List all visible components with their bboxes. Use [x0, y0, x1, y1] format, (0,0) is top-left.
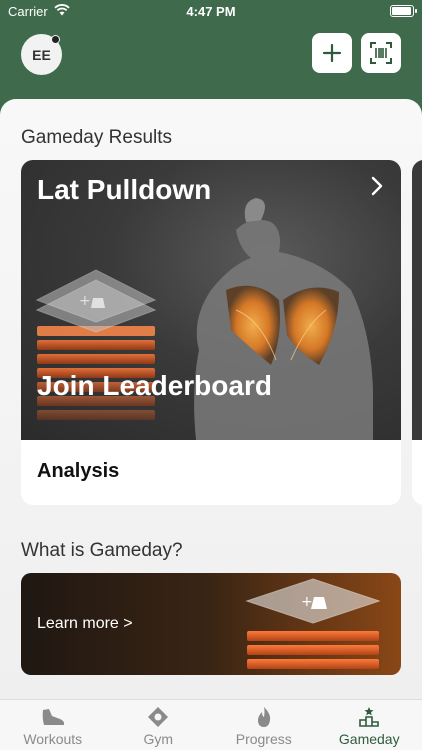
tab-progress[interactable]: Progress — [211, 700, 317, 750]
tab-label: Workouts — [23, 731, 83, 747]
scan-barcode-button[interactable] — [361, 33, 401, 73]
learn-more-banner[interactable]: + Learn more > — [21, 573, 401, 675]
plus-icon — [322, 43, 342, 63]
tab-bar: Workouts Gym Progress Gameday — [0, 699, 422, 750]
tab-gym[interactable]: Gym — [106, 700, 212, 750]
next-result-card[interactable] — [412, 160, 422, 505]
svg-text:+: + — [79, 293, 91, 309]
weight-stack-illustration: + — [245, 578, 381, 669]
barcode-scan-icon — [370, 42, 392, 64]
notification-dot — [51, 35, 60, 44]
result-hero-image: + Lat Pulldown Join Leaderboard — [21, 160, 401, 440]
analysis-label[interactable]: Analysis — [37, 460, 119, 483]
flame-icon — [257, 707, 270, 727]
svg-text:+: + — [301, 594, 313, 610]
result-card[interactable]: + Lat Pulldown Join Leaderboard Analysis — [21, 160, 401, 505]
avatar[interactable]: EE — [21, 34, 62, 75]
tab-gameday[interactable]: Gameday — [317, 700, 422, 750]
status-bar: Carrier 4:47 PM — [0, 0, 422, 22]
what-is-gameday-title: What is Gameday? — [21, 540, 183, 561]
learn-more-link[interactable]: Learn more > — [37, 615, 133, 633]
location-icon — [148, 707, 169, 727]
podium-icon — [359, 707, 380, 727]
add-button[interactable] — [312, 33, 352, 73]
exercise-title: Lat Pulldown — [37, 174, 212, 205]
tab-label: Gym — [143, 731, 174, 747]
gameday-results-title: Gameday Results — [21, 127, 173, 148]
shoe-icon — [42, 709, 64, 725]
content-sheet: Gameday Results + Lat Pulldown Join Lead… — [0, 99, 422, 699]
chevron-right-icon[interactable] — [371, 176, 383, 201]
tab-label: Gameday — [338, 731, 400, 747]
tab-workouts[interactable]: Workouts — [0, 700, 106, 750]
avatar-initials: EE — [32, 46, 51, 63]
status-time: 4:47 PM — [186, 4, 236, 19]
battery-icon — [390, 5, 417, 17]
tab-label: Progress — [235, 731, 292, 747]
join-leaderboard-label[interactable]: Join Leaderboard — [37, 370, 272, 402]
